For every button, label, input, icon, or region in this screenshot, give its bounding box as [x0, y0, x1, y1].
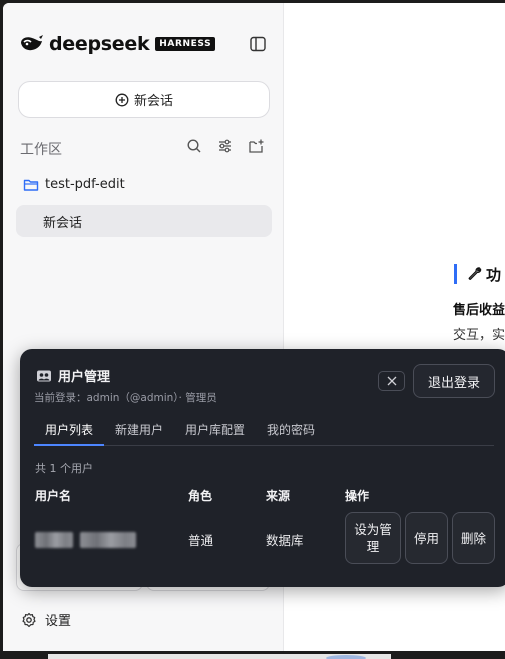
filter-icon[interactable] [216, 137, 234, 155]
delete-button[interactable]: 删除 [452, 512, 495, 564]
tab-user-db-config[interactable]: 用户库配置 [174, 418, 256, 446]
settings-button[interactable]: 设置 [21, 610, 71, 629]
section-text: 交互，实 [453, 328, 505, 343]
whale-logo-icon [19, 34, 45, 54]
new-folder-icon[interactable] [247, 137, 265, 155]
section-heading-text: 功 [486, 265, 502, 284]
wrench-icon [468, 267, 482, 280]
sidebar-folder[interactable]: test-pdf-edit [23, 177, 125, 192]
close-icon [387, 376, 396, 386]
plus-circle-icon [115, 93, 129, 106]
taskbar-preview-shape [326, 655, 366, 659]
dialog-title-text: 用户管理 [58, 370, 111, 385]
new-chat-label: 新会话 [133, 94, 173, 109]
column-header-source: 来源 [266, 489, 291, 503]
tab-my-password[interactable]: 我的密码 [256, 418, 326, 446]
column-header-username: 用户名 [35, 489, 72, 503]
role-cell: 普通 [188, 533, 214, 548]
users-icon [36, 369, 52, 383]
column-header-actions: 操作 [345, 489, 370, 503]
tab-new-user[interactable]: 新建用户 [104, 418, 174, 446]
login-info: 当前登录：admin（@admin）· 管理员 [34, 392, 217, 404]
new-chat-button[interactable]: 新会话 [18, 81, 270, 118]
username-redacted-2 [80, 532, 136, 548]
disable-button[interactable]: 停用 [405, 512, 448, 564]
sidebar-toggle-icon[interactable] [247, 33, 269, 55]
folder-name: test-pdf-edit [45, 177, 125, 192]
user-count: 共 1 个用户 [35, 462, 93, 475]
logout-button[interactable]: 退出登录 [413, 364, 495, 398]
source-cell: 数据库 [266, 533, 304, 548]
section-heading: 功 [454, 264, 501, 284]
workspace-label: 工作区 [20, 142, 62, 158]
search-icon[interactable] [185, 137, 203, 155]
column-header-role: 角色 [188, 489, 213, 503]
session-item[interactable]: 新会话 [16, 205, 272, 237]
section-subheading: 售后收益 [453, 303, 505, 318]
tab-user-list[interactable]: 用户列表 [34, 418, 105, 446]
close-button[interactable] [378, 371, 405, 391]
harness-badge: HARNESS [155, 37, 216, 51]
set-admin-button[interactable]: 设为管理 [345, 512, 401, 564]
folder-icon [23, 179, 39, 191]
user-management-dialog: 用户管理 当前登录：admin（@admin）· 管理员 退出登录 用户列表 新… [20, 349, 505, 587]
username-redacted [35, 532, 73, 548]
brand-name: deepseek [49, 33, 150, 55]
workspace-actions [185, 137, 265, 155]
dialog-tabs: 用户列表 新建用户 用户库配置 我的密码 [34, 418, 494, 446]
dialog-title: 用户管理 [36, 366, 110, 385]
brand: deepseek HARNESS [19, 33, 269, 55]
gear-icon [22, 612, 36, 627]
settings-label: 设置 [45, 614, 72, 629]
